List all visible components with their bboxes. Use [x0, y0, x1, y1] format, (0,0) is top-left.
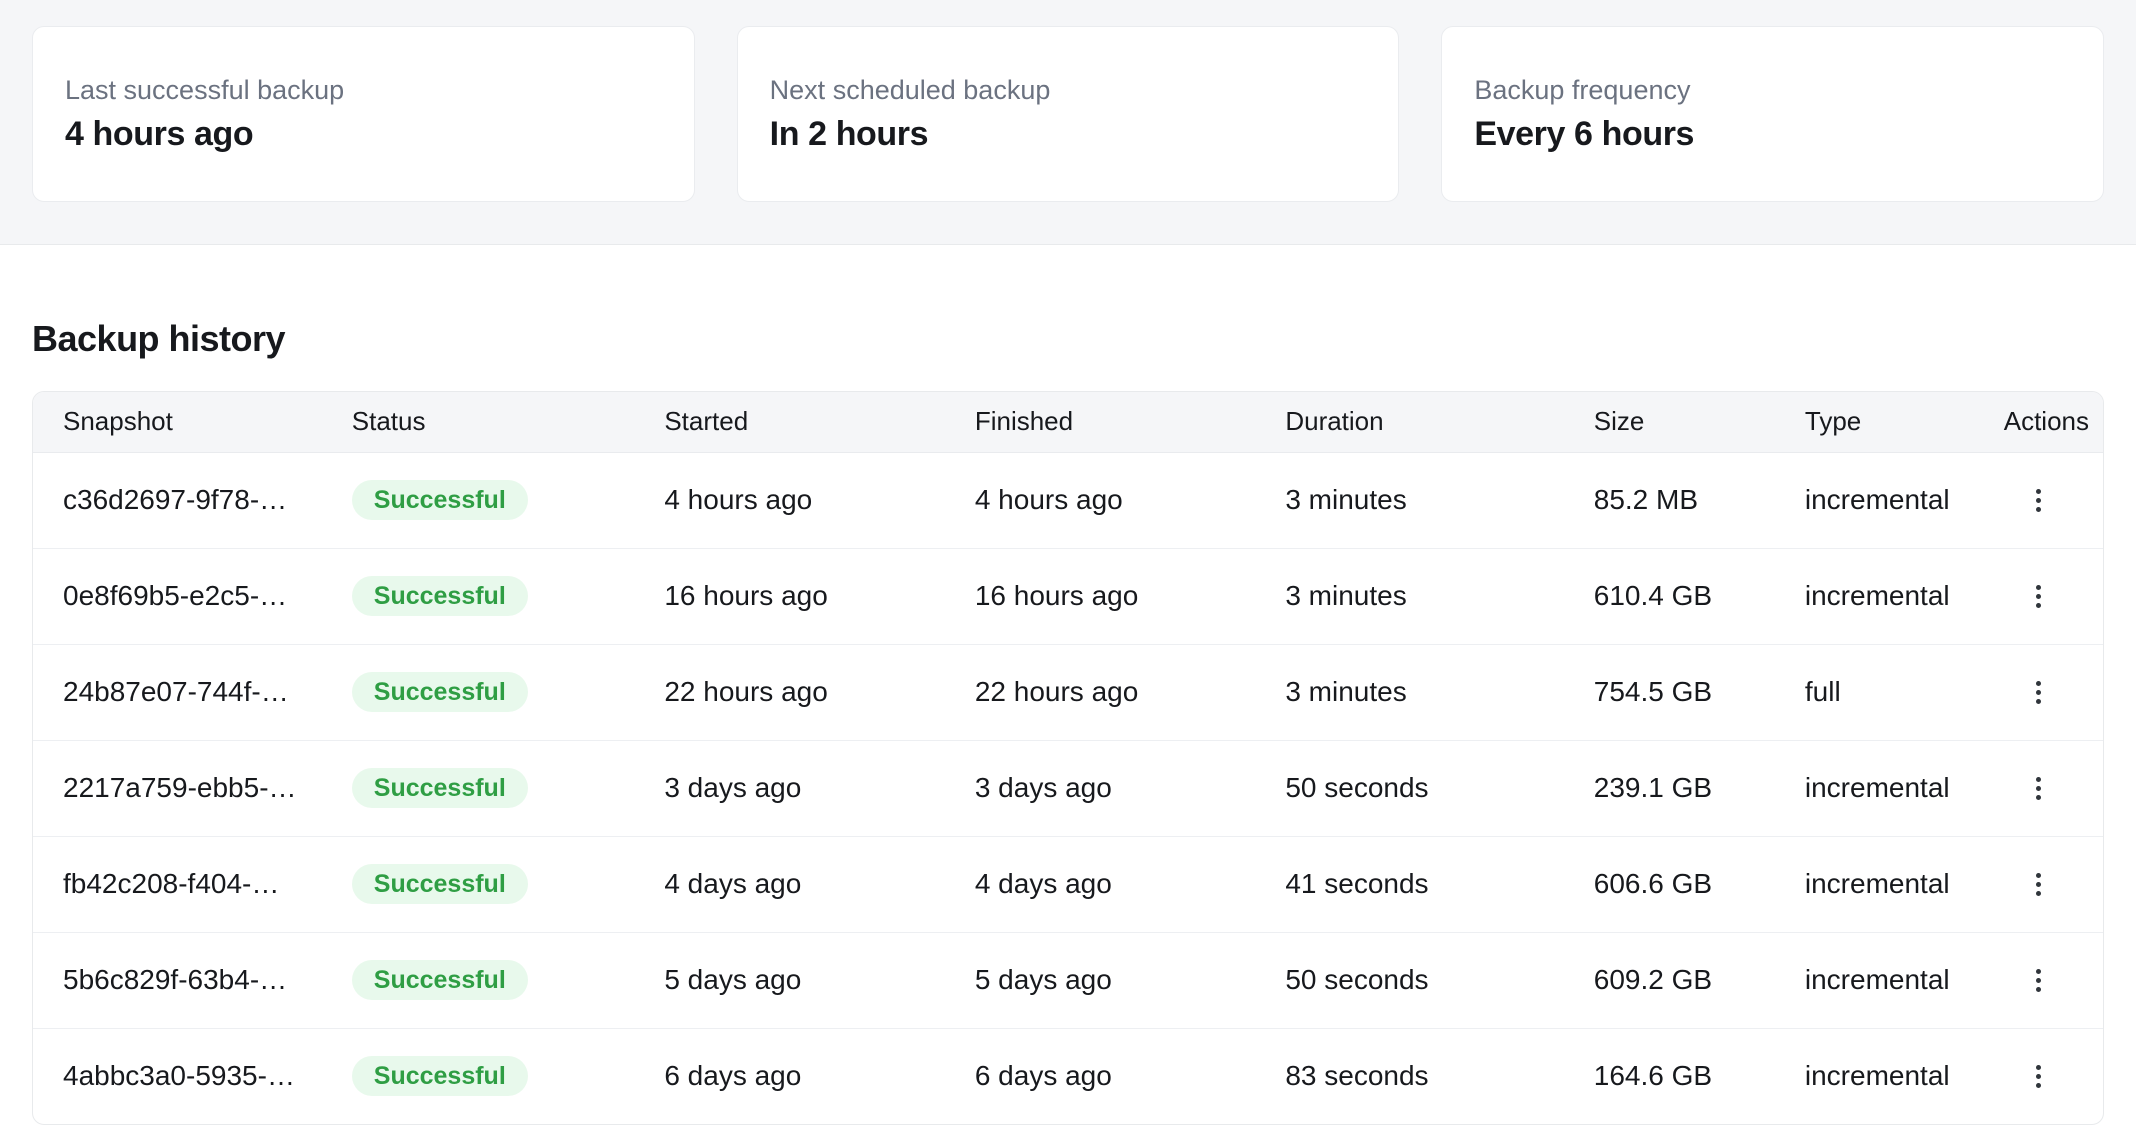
finished-cell: 3 days ago	[975, 740, 1286, 836]
duration-cell: 3 minutes	[1285, 548, 1593, 644]
table-row: c36d2697-9f78-… Successful 4 hours ago 4…	[33, 452, 2103, 548]
size-cell: 754.5 GB	[1594, 644, 1805, 740]
column-header-started: Started	[664, 392, 975, 452]
snapshot-id: fb42c208-f404-…	[33, 836, 352, 932]
duration-cell: 83 seconds	[1285, 1028, 1593, 1124]
summary-card-last-backup: Last successful backup 4 hours ago	[32, 26, 695, 202]
size-cell: 239.1 GB	[1594, 740, 1805, 836]
snapshot-id: 2217a759-ebb5-…	[33, 740, 352, 836]
card-value: 4 hours ago	[65, 114, 662, 155]
row-actions-button[interactable]	[2028, 769, 2049, 808]
status-badge: Successful	[352, 864, 528, 904]
duration-cell: 41 seconds	[1285, 836, 1593, 932]
card-value: Every 6 hours	[1474, 114, 2071, 155]
column-header-actions: Actions	[1999, 392, 2103, 452]
snapshot-id: 5b6c829f-63b4-…	[33, 932, 352, 1028]
finished-cell: 16 hours ago	[975, 548, 1286, 644]
summary-cards: Last successful backup 4 hours ago Next …	[0, 0, 2136, 245]
finished-cell: 5 days ago	[975, 932, 1286, 1028]
status-badge: Successful	[352, 960, 528, 1000]
size-cell: 610.4 GB	[1594, 548, 1805, 644]
kebab-menu-icon	[2036, 873, 2041, 878]
kebab-menu-icon	[2036, 489, 2041, 494]
kebab-menu-icon	[2036, 969, 2041, 974]
finished-cell: 6 days ago	[975, 1028, 1286, 1124]
started-cell: 4 hours ago	[664, 452, 975, 548]
column-header-finished: Finished	[975, 392, 1286, 452]
card-label: Next scheduled backup	[770, 73, 1367, 108]
status-badge: Successful	[352, 1056, 528, 1096]
type-cell: incremental	[1805, 452, 2000, 548]
type-cell: incremental	[1805, 1028, 2000, 1124]
row-actions-button[interactable]	[2028, 577, 2049, 616]
summary-card-next-backup: Next scheduled backup In 2 hours	[737, 26, 1400, 202]
table-row: fb42c208-f404-… Successful 4 days ago 4 …	[33, 836, 2103, 932]
started-cell: 5 days ago	[664, 932, 975, 1028]
row-actions-button[interactable]	[2028, 481, 2049, 520]
type-cell: incremental	[1805, 836, 2000, 932]
kebab-menu-icon	[2036, 681, 2041, 686]
status-badge: Successful	[352, 672, 528, 712]
type-cell: incremental	[1805, 548, 2000, 644]
card-value: In 2 hours	[770, 114, 1367, 155]
row-actions-button[interactable]	[2028, 865, 2049, 904]
started-cell: 6 days ago	[664, 1028, 975, 1124]
column-header-duration: Duration	[1285, 392, 1593, 452]
table-row: 24b87e07-744f-… Successful 22 hours ago …	[33, 644, 2103, 740]
duration-cell: 50 seconds	[1285, 932, 1593, 1028]
table-row: 0e8f69b5-e2c5-… Successful 16 hours ago …	[33, 548, 2103, 644]
status-badge: Successful	[352, 768, 528, 808]
type-cell: incremental	[1805, 740, 2000, 836]
size-cell: 164.6 GB	[1594, 1028, 1805, 1124]
snapshot-id: 0e8f69b5-e2c5-…	[33, 548, 352, 644]
type-cell: full	[1805, 644, 2000, 740]
kebab-menu-icon	[2036, 585, 2041, 590]
card-label: Backup frequency	[1474, 73, 2071, 108]
summary-card-frequency: Backup frequency Every 6 hours	[1441, 26, 2104, 202]
backup-history-table: Snapshot Status Started Finished Duratio…	[32, 391, 2104, 1125]
kebab-menu-icon	[2036, 777, 2041, 782]
table-body: c36d2697-9f78-… Successful 4 hours ago 4…	[33, 452, 2103, 1124]
started-cell: 22 hours ago	[664, 644, 975, 740]
column-header-size: Size	[1594, 392, 1805, 452]
column-header-snapshot: Snapshot	[33, 392, 352, 452]
column-header-status: Status	[352, 392, 665, 452]
size-cell: 85.2 MB	[1594, 452, 1805, 548]
duration-cell: 50 seconds	[1285, 740, 1593, 836]
snapshot-id: c36d2697-9f78-…	[33, 452, 352, 548]
backup-history-section: Backup history Snapshot Status Started F…	[0, 321, 2136, 1125]
status-badge: Successful	[352, 480, 528, 520]
table-row: 5b6c829f-63b4-… Successful 5 days ago 5 …	[33, 932, 2103, 1028]
snapshot-id: 24b87e07-744f-…	[33, 644, 352, 740]
table-row: 2217a759-ebb5-… Successful 3 days ago 3 …	[33, 740, 2103, 836]
size-cell: 609.2 GB	[1594, 932, 1805, 1028]
finished-cell: 22 hours ago	[975, 644, 1286, 740]
kebab-menu-icon	[2036, 1065, 2041, 1070]
type-cell: incremental	[1805, 932, 2000, 1028]
table-row: 4abbc3a0-5935-… Successful 6 days ago 6 …	[33, 1028, 2103, 1124]
row-actions-button[interactable]	[2028, 1057, 2049, 1096]
finished-cell: 4 days ago	[975, 836, 1286, 932]
row-actions-button[interactable]	[2028, 961, 2049, 1000]
table-header-row: Snapshot Status Started Finished Duratio…	[33, 392, 2103, 452]
row-actions-button[interactable]	[2028, 673, 2049, 712]
status-badge: Successful	[352, 576, 528, 616]
duration-cell: 3 minutes	[1285, 452, 1593, 548]
started-cell: 16 hours ago	[664, 548, 975, 644]
snapshot-id: 4abbc3a0-5935-…	[33, 1028, 352, 1124]
started-cell: 4 days ago	[664, 836, 975, 932]
started-cell: 3 days ago	[664, 740, 975, 836]
card-label: Last successful backup	[65, 73, 662, 108]
finished-cell: 4 hours ago	[975, 452, 1286, 548]
column-header-type: Type	[1805, 392, 2000, 452]
page-title: Backup history	[32, 321, 2104, 357]
duration-cell: 3 minutes	[1285, 644, 1593, 740]
size-cell: 606.6 GB	[1594, 836, 1805, 932]
